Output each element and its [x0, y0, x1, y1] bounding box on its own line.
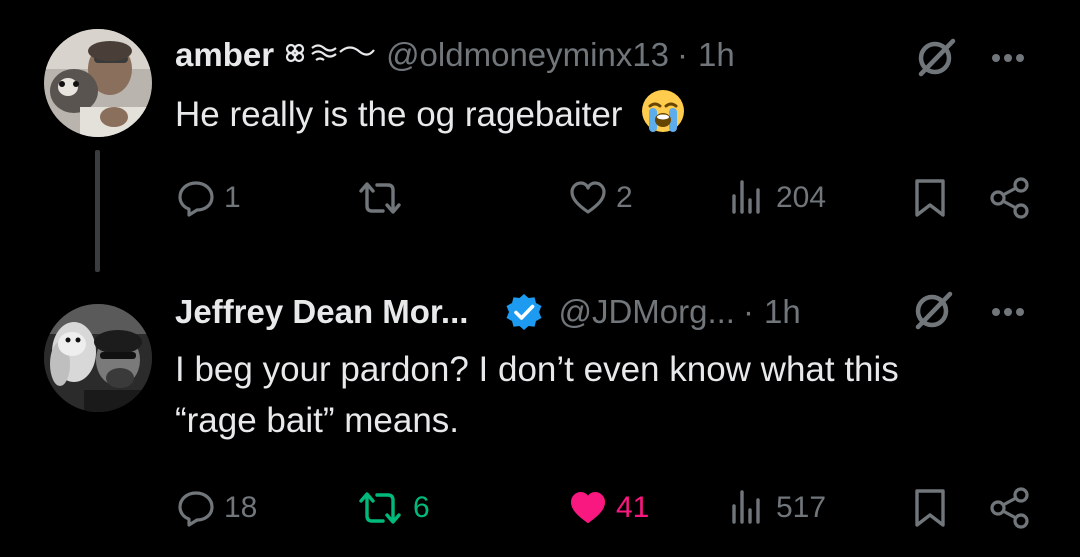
display-name[interactable]: Jeffrey Dean Mor... [175, 293, 468, 331]
bookmark-icon [915, 489, 945, 527]
verified-badge-icon[interactable] [504, 292, 544, 332]
retweet-count: 6 [413, 491, 430, 524]
grok-icon[interactable] [912, 289, 954, 331]
reply-count: 1 [224, 181, 241, 214]
display-name[interactable]: amber [175, 36, 274, 74]
avatar-photo [44, 304, 152, 412]
more-icon[interactable] [991, 53, 1025, 63]
name-emoji-icon [282, 40, 376, 70]
views-button[interactable]: 204 [728, 176, 826, 220]
thread-line [95, 150, 100, 272]
like-count: 2 [616, 181, 633, 214]
tweet-text: I beg your pardon? I don’t even know wha… [175, 344, 1055, 446]
share-icon [990, 177, 1029, 219]
share-button[interactable] [988, 176, 1032, 220]
tweet-text-line-1: I beg your pardon? I don’t even know wha… [175, 350, 899, 389]
bookmark-icon [915, 179, 945, 217]
like-button[interactable]: 41 [568, 486, 649, 530]
like-count: 41 [616, 491, 650, 524]
reply-icon [178, 491, 214, 527]
retweet-icon [359, 182, 401, 214]
share-button[interactable] [988, 486, 1032, 530]
retweet-button[interactable] [355, 176, 413, 220]
tweet-text-content: He really is the og ragebaiter [175, 95, 623, 134]
like-button[interactable]: 2 [568, 176, 633, 220]
tweet-jeffrey[interactable]: Jeffrey Dean Mor... @JDMorg... · 1h I be… [0, 280, 1080, 557]
tweet-text-line-2: “rage bait” means. [175, 401, 460, 440]
timestamp[interactable]: 1h [764, 293, 801, 331]
reply-button[interactable]: 18 [176, 486, 257, 530]
reply-count: 18 [224, 491, 258, 524]
handle[interactable]: @JDMorg... [558, 293, 735, 331]
bookmark-button[interactable] [910, 486, 950, 530]
more-icon[interactable] [991, 307, 1025, 317]
view-count: 517 [776, 491, 827, 524]
separator-dot: · [677, 36, 689, 73]
share-icon [990, 487, 1029, 529]
heart-icon [570, 181, 606, 214]
views-icon [732, 490, 760, 524]
heart-filled-icon [571, 492, 605, 523]
avatar-photo [44, 29, 152, 137]
separator-dot: · [742, 293, 754, 330]
view-count: 204 [776, 181, 827, 214]
loudly-crying-face-icon [640, 88, 686, 148]
avatar[interactable] [44, 29, 152, 137]
retweet-icon [359, 492, 401, 524]
bookmark-button[interactable] [910, 176, 950, 220]
views-button[interactable]: 517 [728, 486, 826, 530]
handle[interactable]: @oldmoneyminx13 [386, 36, 669, 74]
grok-icon[interactable] [915, 36, 957, 78]
tweet-amber[interactable]: amber @oldmoneyminx13 · 1h He really is … [0, 0, 1080, 280]
reply-icon [178, 181, 214, 217]
retweet-button[interactable]: 6 [355, 486, 430, 530]
views-icon [732, 180, 760, 214]
tweet-header: Jeffrey Dean Mor... @JDMorg... · 1h [175, 290, 801, 334]
avatar[interactable] [44, 304, 152, 412]
tweet-header: amber @oldmoneyminx13 · 1h [175, 33, 735, 77]
tweet-text: He really is the og ragebaiter [175, 88, 1055, 148]
reply-button[interactable]: 1 [176, 176, 241, 220]
timestamp[interactable]: 1h [698, 36, 735, 74]
